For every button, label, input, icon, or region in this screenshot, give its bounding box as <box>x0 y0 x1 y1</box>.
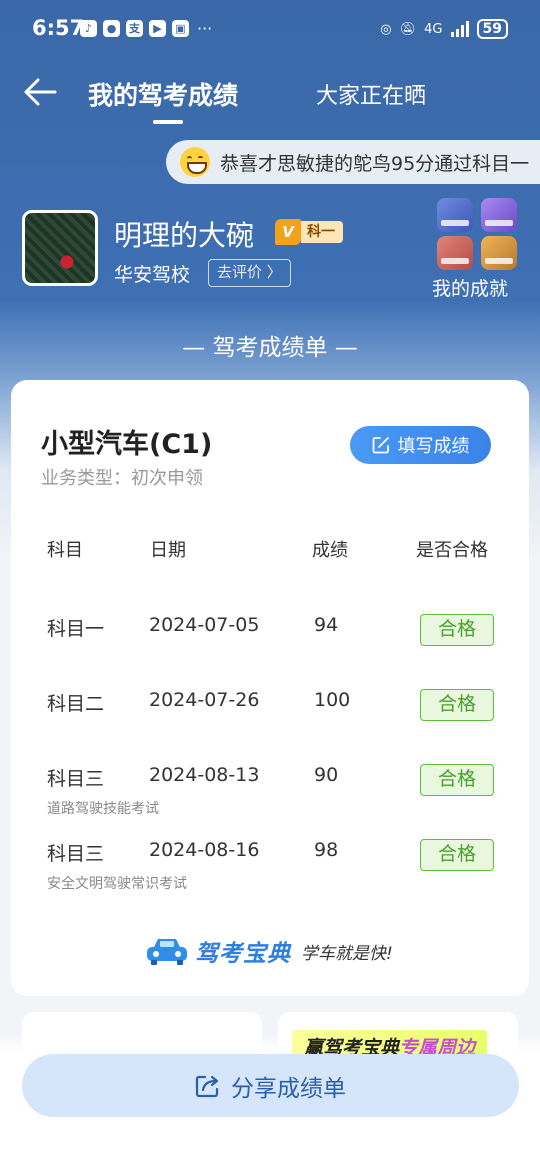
signal-icon <box>450 21 469 37</box>
battery-indicator: 59 <box>476 19 508 39</box>
alipay-icon: 支 <box>126 20 143 37</box>
pass-badge: 合格 <box>420 764 494 796</box>
section-title: — 驾考成绩单 — <box>182 335 358 361</box>
row-score: 98 <box>314 839 339 861</box>
active-tab-indicator <box>153 120 183 124</box>
driving-school: 华安驾校 <box>114 264 191 286</box>
row-score: 100 <box>314 689 351 711</box>
status-time: 6:57 <box>32 16 85 40</box>
vip-v-icon: V <box>275 219 301 245</box>
business-type: 业务类型：初次申领 <box>41 468 203 489</box>
status-app-icons: ♪ ● 支 ▶ ▣ ··· <box>80 20 212 37</box>
pass-badge: 合格 <box>420 689 494 721</box>
medal-icon <box>481 236 517 270</box>
header-passed: 是否合格 <box>416 540 488 561</box>
brand-slogan: 学车就是快! <box>301 943 393 964</box>
vip-label: 科一 <box>301 221 343 243</box>
more-notifications-icon: ··· <box>197 19 213 38</box>
nfc-icon: ◎ <box>380 21 392 37</box>
back-arrow-icon[interactable] <box>22 76 58 108</box>
brand-name: 驾考宝典 <box>195 941 291 967</box>
row-date: 2024-07-26 <box>149 689 260 711</box>
pass-badge: 合格 <box>420 839 494 871</box>
share-label: 分享成绩单 <box>231 1075 346 1102</box>
grin-emoji-icon <box>180 147 210 177</box>
achievement-medals <box>437 198 522 270</box>
brand-footer: 驾考宝典 学车就是快! <box>145 934 393 968</box>
car-logo-icon <box>147 939 187 965</box>
table-row: 科目二 2024-07-26 100 合格 <box>11 689 529 749</box>
gallery-icon: ▣ <box>172 20 189 37</box>
row-note: 安全文明驾驶常识考试 <box>47 876 187 892</box>
row-subject: 科目三 <box>47 768 105 790</box>
medal-icon <box>437 236 473 270</box>
video-icon: ▶ <box>149 20 166 37</box>
top-nav: 我的驾考成绩 大家正在晒 <box>0 62 540 128</box>
row-score: 90 <box>314 764 339 786</box>
row-subject: 科目一 <box>47 618 105 640</box>
row-note: 道路驾驶技能考试 <box>47 801 159 817</box>
ticker-text: 恭喜才思敏捷的鸵鸟95分通过科目一 <box>220 152 530 175</box>
medal-icon <box>481 198 517 232</box>
pass-badge: 合格 <box>420 614 494 646</box>
rate-button[interactable]: 去评价 〉 <box>208 259 291 287</box>
username: 明理的大碗 <box>114 219 255 252</box>
header-subject: 科目 <box>47 540 83 561</box>
table-row: 科目三 2024-08-13 90 合格 道路驾驶技能考试 <box>11 764 529 824</box>
row-score: 94 <box>314 614 339 636</box>
score-card: 小型汽车(C1) 业务类型：初次申领 填写成绩 科目 日期 成绩 是否合格 科目… <box>11 380 529 996</box>
vip-badge: V 科一 <box>275 219 343 245</box>
vehicle-type: 小型汽车(C1) <box>41 429 213 460</box>
header-score: 成绩 <box>312 540 348 561</box>
avatar[interactable] <box>22 210 98 286</box>
message-icon: ● <box>103 20 120 37</box>
edit-icon <box>372 437 389 454</box>
congrats-ticker: 恭喜才思敏捷的鸵鸟95分通过科目一 <box>166 140 540 184</box>
row-date: 2024-08-13 <box>149 764 260 786</box>
share-score-button[interactable]: 分享成绩单 <box>22 1054 519 1117</box>
achievements-button[interactable]: 我的成就 <box>432 198 522 301</box>
row-subject: 科目二 <box>47 693 105 715</box>
fill-score-label: 填写成绩 <box>397 436 470 457</box>
header-date: 日期 <box>150 540 186 561</box>
table-row: 科目三 2024-08-16 98 合格 安全文明驾驶常识考试 <box>11 839 529 899</box>
network-label: 4G <box>424 21 443 37</box>
row-date: 2024-07-05 <box>149 614 260 636</box>
share-icon <box>195 1075 219 1097</box>
douyin-icon: ♪ <box>80 20 97 37</box>
achievements-label: 我的成就 <box>432 278 509 300</box>
tab-everyone-sharing[interactable]: 大家正在晒 <box>316 78 426 110</box>
row-subject: 科目三 <box>47 843 105 865</box>
row-date: 2024-08-16 <box>149 839 260 861</box>
tab-my-scores[interactable]: 我的驾考成绩 <box>88 76 238 112</box>
fill-score-button[interactable]: 填写成绩 <box>350 426 491 464</box>
status-bar: 6:57 ♪ ● 支 ▶ ▣ ··· ◎ 🔕︎ 4G 59 <box>0 0 540 60</box>
mute-icon: 🔕︎ <box>399 21 417 37</box>
status-indicators: ◎ 🔕︎ 4G 59 <box>380 19 508 39</box>
table-row: 科目一 2024-07-05 94 合格 <box>11 614 529 674</box>
medal-icon <box>437 198 473 232</box>
